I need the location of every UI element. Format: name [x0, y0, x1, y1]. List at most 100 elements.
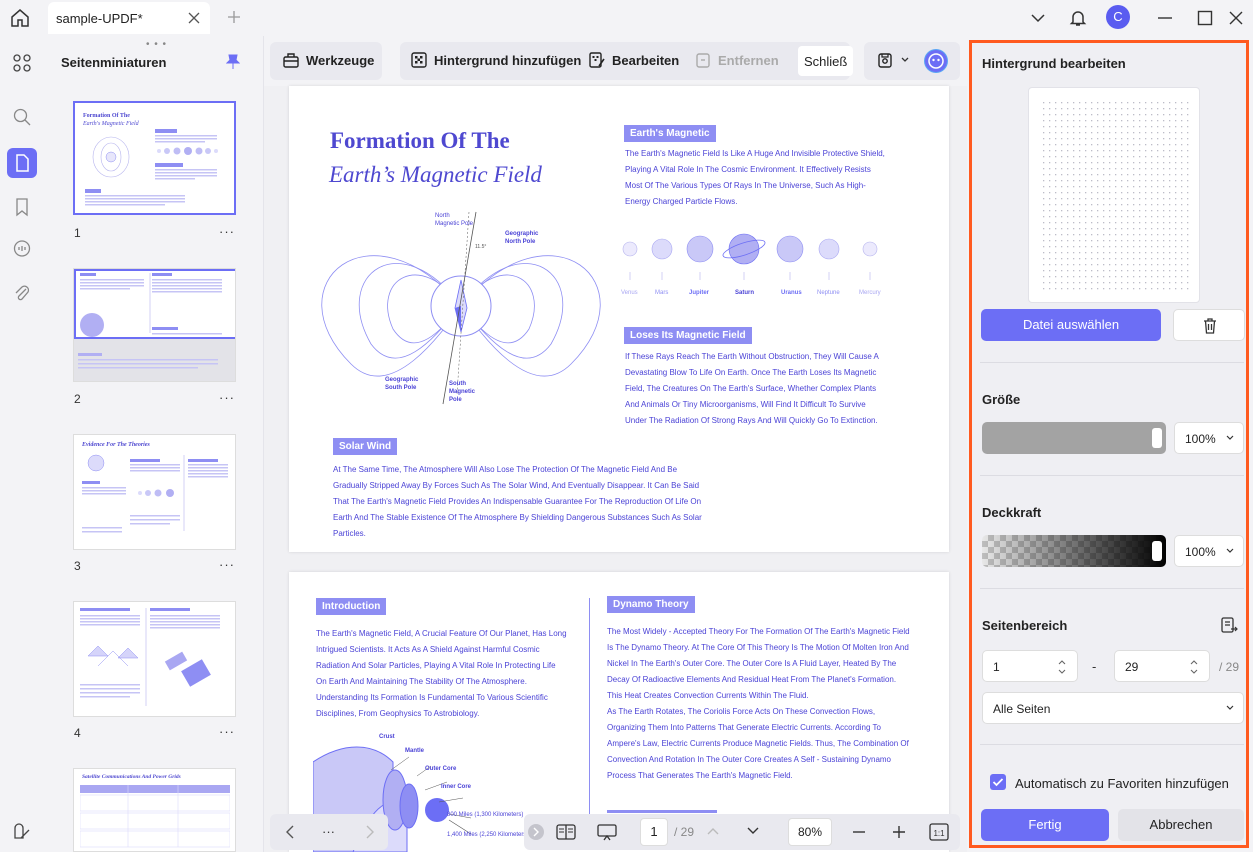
page-total: / 29 [674, 825, 695, 839]
thumb-more-button[interactable]: ··· [219, 724, 235, 739]
range-total: / 29 [1219, 660, 1240, 674]
maximize-icon[interactable] [1195, 8, 1215, 28]
presentation-icon[interactable] [596, 823, 618, 846]
section-text: The Most Widely - Accepted Theory For Th… [607, 627, 910, 700]
stepper-icon[interactable] [1189, 657, 1199, 680]
thumb-number: 1 [74, 226, 81, 240]
page-subset-select[interactable]: Alle Seiten [982, 692, 1244, 724]
zoom-input[interactable]: 80% [788, 818, 832, 846]
actual-size-icon[interactable]: 1:1 [929, 823, 949, 846]
column-divider [589, 598, 590, 838]
divider [980, 475, 1244, 476]
page-number-input[interactable]: 1 [640, 818, 668, 846]
section-label: Solar Wind [333, 438, 398, 455]
section-label: Introduction [316, 598, 387, 615]
thumbnails-panel: • • • Seitenminiaturen Formation Of The … [46, 36, 264, 852]
section-text: The Earth's Magnetic Field Is Like A Hug… [625, 149, 885, 206]
close-tool-label: Schließ [804, 53, 848, 69]
save-dropdown-button[interactable] [876, 51, 910, 69]
thumbnails-title: Seitenminiaturen [61, 55, 167, 70]
search-icon[interactable] [7, 102, 37, 132]
add-tab-icon[interactable] [226, 9, 242, 25]
chevron-up-icon[interactable] [706, 824, 720, 843]
layer-label-inner-core: Inner Core [441, 784, 472, 790]
section-label: Dynamo Theory [607, 596, 695, 613]
page-thumbnail-4[interactable] [73, 601, 236, 717]
document-viewer[interactable]: Formation Of The Earth’s Magnetic Field … [264, 86, 967, 852]
page-title: Formation Of The [330, 128, 510, 153]
thumb-1-graphic [85, 129, 218, 206]
stepper-icon[interactable] [1057, 657, 1067, 680]
chevron-down-icon[interactable] [746, 824, 760, 843]
ai-assistant-icon[interactable] [924, 49, 948, 73]
chevron-down-icon [901, 57, 909, 62]
pin-icon[interactable] [225, 54, 241, 70]
thumb-more-button[interactable]: ··· [219, 557, 235, 572]
section-label-bar [607, 810, 717, 813]
range-to-input[interactable]: 29 [1114, 650, 1210, 682]
planet-label: Jupiter [689, 290, 710, 296]
chevron-down-icon[interactable] [1028, 8, 1048, 28]
comment-icon[interactable] [7, 234, 37, 264]
done-button[interactable]: Fertig [981, 809, 1109, 841]
attachment-icon[interactable] [7, 278, 37, 308]
checker-icon [411, 52, 427, 68]
zoom-in-icon[interactable] [892, 825, 906, 844]
home-icon[interactable] [8, 6, 32, 30]
layer-label-outer-core: Outer Core [425, 766, 457, 772]
page-layout-icon[interactable] [556, 823, 576, 846]
range-from-input[interactable]: 1 [982, 650, 1078, 682]
north-magnetic-pole-label: North Magnetic Pole [435, 213, 474, 227]
divider [980, 744, 1244, 745]
more-pages-button[interactable]: ··· [322, 824, 335, 839]
delete-background-button[interactable] [1173, 309, 1245, 341]
minimize-icon[interactable] [1155, 8, 1175, 28]
thumb-more-button[interactable]: ··· [219, 390, 235, 405]
size-slider[interactable] [982, 422, 1166, 454]
page-nav-bar: ··· [270, 814, 388, 850]
thumb-more-button[interactable]: ··· [219, 224, 235, 239]
chevron-right-icon[interactable] [364, 824, 376, 845]
add-background-button[interactable]: Hintergrund hinzufügen [410, 51, 581, 69]
planet-label: Mars [655, 290, 669, 296]
angle-label: 11.5° [475, 244, 487, 250]
bookmark-icon[interactable] [7, 192, 37, 222]
remove-background-button[interactable]: Entfernen [694, 51, 779, 69]
thumb-5-graphic [80, 785, 230, 848]
document-page-1: Formation Of The Earth’s Magnetic Field … [289, 86, 949, 552]
avatar[interactable]: C [1106, 5, 1130, 29]
pages-icon[interactable] [7, 148, 37, 178]
size-slider-handle[interactable] [1152, 428, 1162, 448]
page-range-settings-icon[interactable] [1220, 616, 1238, 639]
bell-icon[interactable] [1068, 8, 1088, 28]
zoom-out-icon[interactable] [852, 825, 866, 844]
background-preview [1028, 87, 1200, 303]
chevron-left-icon[interactable] [284, 824, 296, 845]
layers-icon[interactable] [7, 816, 37, 846]
page-thumbnail-3[interactable]: Evidence For The Theories [73, 434, 236, 550]
south-magnetic-pole-label: South Magnetic Pole [449, 381, 476, 403]
document-page-2: Introduction The Earth's Magnetic Field,… [289, 572, 949, 852]
chevron-down-icon [1225, 702, 1235, 716]
document-tab[interactable]: sample-UPDF* [48, 2, 210, 34]
drag-handle[interactable]: • • • [146, 39, 167, 50]
page-thumbnail-5[interactable]: Satellite Communications And Power Grids [73, 768, 236, 852]
size-select[interactable]: 100% [1174, 422, 1244, 454]
collapse-icon[interactable] [528, 824, 544, 840]
page-thumbnail-2[interactable] [73, 268, 236, 382]
trash-icon [1204, 318, 1216, 334]
tools-button[interactable]: Werkzeuge [282, 51, 374, 69]
choose-file-button[interactable]: Datei auswählen [981, 309, 1161, 341]
apps-grid-icon[interactable] [7, 48, 37, 78]
planet-label: Uranus [781, 290, 802, 296]
opacity-select[interactable]: 100% [1174, 535, 1244, 567]
close-tool-button[interactable]: Schließ [798, 46, 854, 76]
opacity-slider[interactable] [982, 535, 1166, 567]
close-window-icon[interactable] [1226, 8, 1246, 28]
opacity-slider-handle[interactable] [1152, 541, 1162, 561]
page-thumbnail-1[interactable]: Formation Of The Earth's Magnetic Field [73, 101, 236, 215]
close-tab-icon[interactable] [186, 10, 202, 26]
edit-background-button[interactable]: Bearbeiten [588, 51, 679, 69]
cancel-button[interactable]: Abbrechen [1118, 809, 1244, 841]
auto-favorite-checkbox[interactable] [990, 774, 1006, 790]
